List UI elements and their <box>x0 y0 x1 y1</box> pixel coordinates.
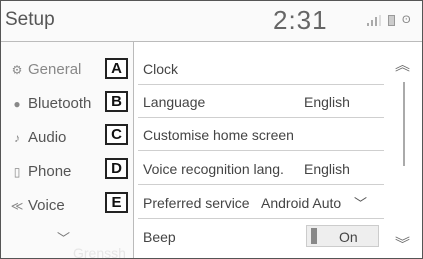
setting-value: English <box>304 161 350 177</box>
page-title: Setup <box>5 9 55 30</box>
signal-strength-icon <box>367 14 381 26</box>
music-note-icon: ♪ <box>14 131 20 145</box>
setting-row-language[interactable]: Language English <box>138 85 384 118</box>
voice-icon: ≪ <box>10 199 24 213</box>
battery-icon <box>388 14 395 26</box>
toggle-state-label: On <box>339 229 358 245</box>
sidebar-more-chevron-down-icon[interactable]: ﹀ <box>57 228 70 247</box>
clock-display: 2:31 <box>273 5 328 35</box>
setting-row-clock[interactable]: Clock <box>138 52 384 85</box>
status-icons: ʘ <box>367 14 411 26</box>
setting-label: Beep <box>143 229 176 245</box>
sidebar-item-label: Phone <box>28 163 72 180</box>
gear-icon: ⚙ <box>11 63 23 77</box>
header-bar: Setup 2:31 ʘ <box>1 1 422 42</box>
callout-label-b: B <box>105 91 128 112</box>
sidebar-item-label: Voice <box>28 197 65 214</box>
scroll-controls: ︽ ︾ <box>387 42 422 258</box>
setting-row-voice-recognition-lang[interactable]: Voice recognition lang. English <box>138 152 384 185</box>
toggle-indicator <box>311 228 317 244</box>
setting-label: Preferred service <box>143 195 250 211</box>
setting-value: Android Auto <box>261 195 342 211</box>
watermark-text: Grenssh <box>73 245 126 259</box>
phone-icon: ▯ <box>13 165 21 179</box>
setting-row-customise-home-screen[interactable]: Customise home screen <box>138 118 384 151</box>
beep-toggle[interactable]: On <box>306 225 379 247</box>
sidebar-item-label: Bluetooth <box>28 95 92 112</box>
bluetooth-icon: ● <box>13 97 21 111</box>
sidebar-item-label: General <box>28 61 82 78</box>
callout-label-d: D <box>105 158 128 179</box>
setup-screen: Setup 2:31 ʘ ⚙ General ● Bluetooth ♪ Aud… <box>0 0 423 259</box>
setting-label: Clock <box>143 61 179 77</box>
setting-label: Customise home screen <box>143 127 294 143</box>
setting-value: English <box>304 94 350 110</box>
callout-label-e: E <box>105 192 128 213</box>
setting-row-beep[interactable]: Beep On <box>138 220 384 252</box>
setting-label: Voice recognition lang. <box>143 161 284 177</box>
sidebar-item-label: Audio <box>28 129 67 146</box>
scrollbar[interactable] <box>403 82 405 166</box>
scroll-up-chevron-icon[interactable]: ︽ <box>395 54 410 75</box>
bluetooth-status-icon: ʘ <box>402 14 411 26</box>
callout-label-c: C <box>105 124 128 145</box>
callout-label-a: A <box>105 58 128 79</box>
scroll-down-chevron-icon[interactable]: ︾ <box>395 233 410 254</box>
chevron-down-icon[interactable]: ﹀ <box>354 193 367 212</box>
setting-label: Language <box>143 94 206 110</box>
setting-row-preferred-service[interactable]: Preferred service Android Auto ﹀ <box>138 186 384 219</box>
